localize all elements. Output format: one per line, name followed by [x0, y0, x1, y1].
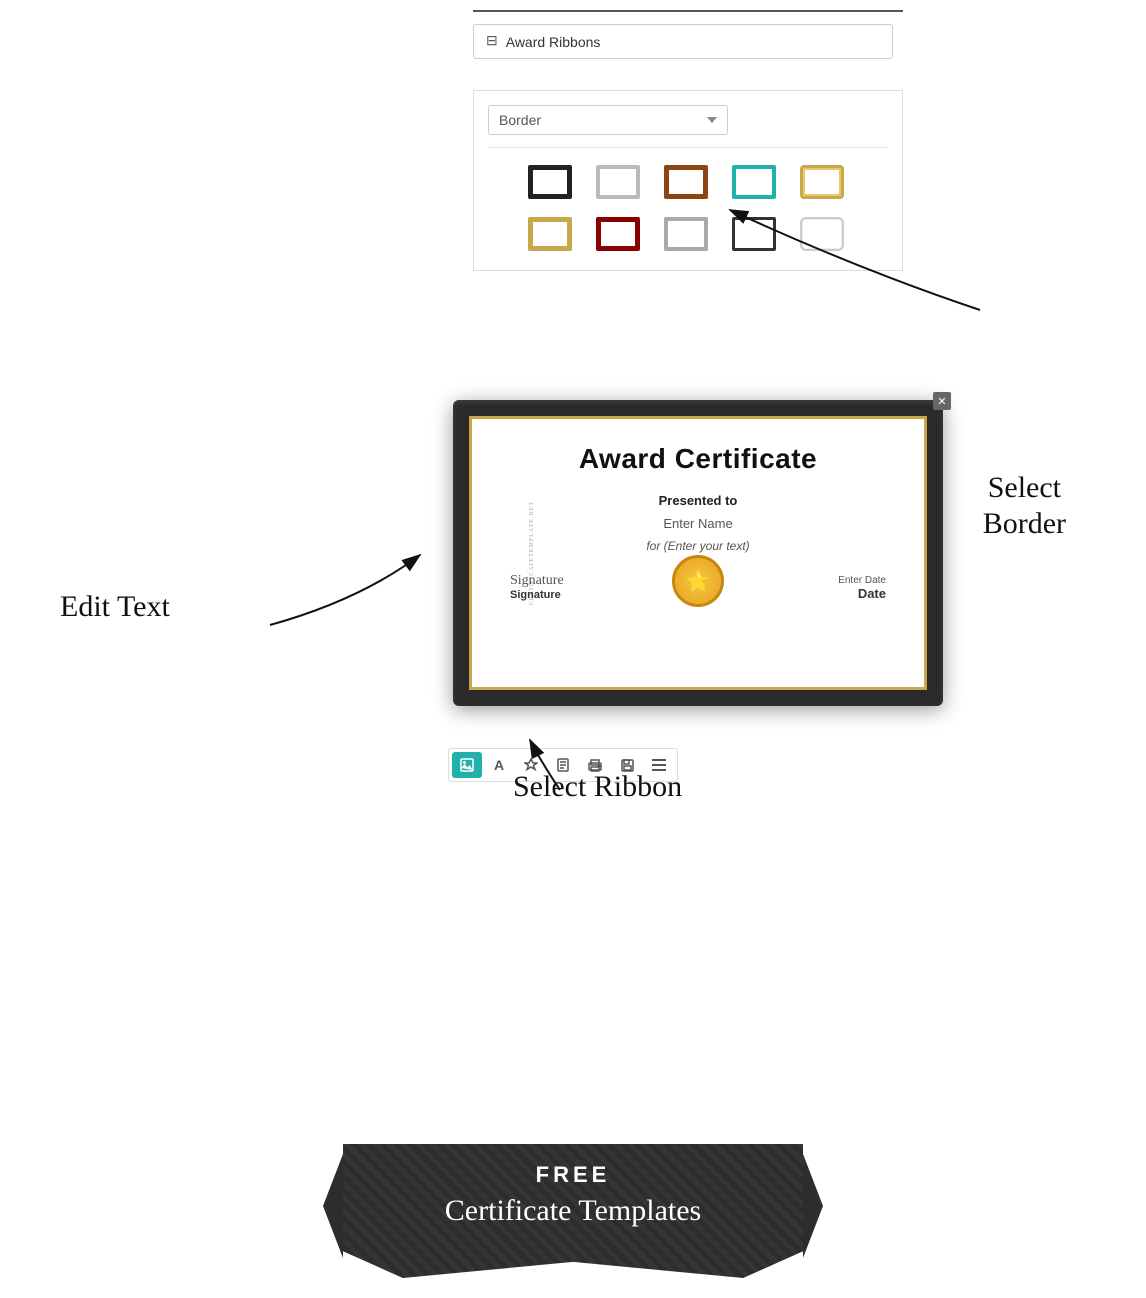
toolbar-image-btn[interactable] [452, 752, 482, 778]
border-frame-red [596, 217, 640, 251]
banner-subtitle: Certificate Templates [393, 1194, 753, 1228]
border-item-gold-ornate[interactable] [794, 160, 850, 204]
certificate-name-field[interactable]: Enter Name [663, 516, 732, 531]
certificate-inner-border: CERTIFICATETEMPLATE.NET Award Certificat… [469, 416, 927, 690]
banner-left-notch [323, 1154, 343, 1258]
border-item-silver[interactable] [658, 212, 714, 256]
award-ribbons-dropdown[interactable]: ⊟ Award Ribbons [473, 24, 893, 59]
close-button[interactable]: ✕ [933, 392, 951, 410]
border-frame-silver [664, 217, 708, 251]
banner-main: FREE Certificate Templates [343, 1144, 803, 1278]
banner-right-notch [803, 1154, 823, 1258]
select-border-text: SelectBorder [983, 471, 1066, 540]
banner-free-label: FREE [393, 1162, 753, 1188]
border-dropdown[interactable]: Border [488, 105, 728, 135]
certificate-wrapper: ✕ CERTIFICATETEMPLATE.NET Award Certific… [453, 400, 943, 706]
border-grid [488, 160, 888, 256]
edit-text-text: Edit Text [60, 590, 170, 623]
certificate-for-field[interactable]: for (Enter your text) [646, 539, 749, 553]
border-frame-light-ornate [800, 217, 844, 251]
certificate-signature[interactable]: Signature Signature [510, 573, 564, 601]
certificate-outer-frame: CERTIFICATETEMPLATE.NET Award Certificat… [453, 400, 943, 706]
border-dropdown-label: Border [499, 112, 541, 128]
select-ribbon-annotation: Select Ribbon [513, 770, 682, 804]
border-frame-white [596, 165, 640, 199]
border-item-teal[interactable] [726, 160, 782, 204]
border-item-white[interactable] [590, 160, 646, 204]
date-label: Enter Date [838, 575, 886, 586]
border-frame-gold-ornate [800, 165, 844, 199]
select-ribbon-text: Select Ribbon [513, 770, 682, 803]
divider [488, 147, 888, 148]
border-item-black[interactable] [522, 160, 578, 204]
signature-label: Signature [510, 589, 564, 601]
border-item-brown[interactable] [658, 160, 714, 204]
signature-script: Signature [510, 573, 564, 589]
border-item-gold[interactable] [522, 212, 578, 256]
toolbar-text-btn[interactable]: A [484, 752, 514, 778]
certificate-title[interactable]: Award Certificate [579, 443, 817, 475]
border-item-light-ornate[interactable] [794, 212, 850, 256]
certificate-footer: Signature Signature ⭐ Enter Date Date [500, 573, 896, 601]
certificate-presented-to[interactable]: Presented to [659, 493, 738, 508]
chevron-down-icon [707, 117, 717, 123]
banner-wrapper: FREE Certificate Templates [343, 1144, 803, 1278]
border-frame-brown [664, 165, 708, 199]
certificate-content: CERTIFICATETEMPLATE.NET Award Certificat… [476, 423, 920, 683]
seal-emblem: ⭐ [672, 555, 724, 607]
border-frame-teal [732, 165, 776, 199]
border-frame-black2 [732, 217, 776, 251]
ribbon-seal[interactable]: ⭐ [672, 555, 724, 607]
border-frame-gold [528, 217, 572, 251]
date-value: Date [838, 586, 886, 601]
certificate-date[interactable]: Enter Date Date [838, 575, 886, 601]
border-item-red[interactable] [590, 212, 646, 256]
edit-text-annotation: Edit Text [60, 590, 170, 624]
border-item-black2[interactable] [726, 212, 782, 256]
dropdown-label: Award Ribbons [506, 34, 872, 50]
select-border-annotation: SelectBorder [983, 470, 1066, 542]
banner-section: FREE Certificate Templates [323, 1144, 823, 1278]
border-frame-black [528, 165, 572, 199]
ribbon-dropdown-icon: ⊟ [486, 33, 498, 50]
